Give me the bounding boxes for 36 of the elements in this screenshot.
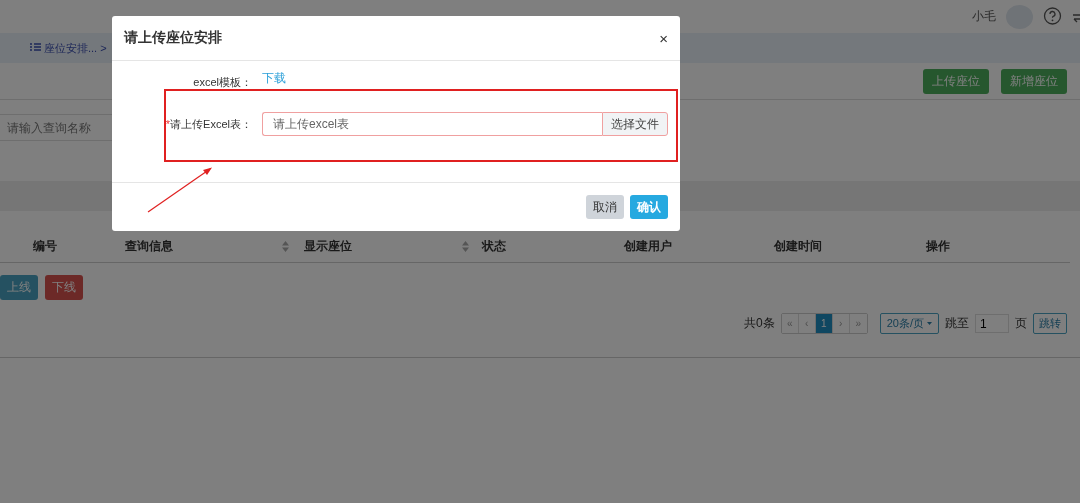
- page-size-dropdown[interactable]: 20条/页: [879, 313, 939, 334]
- dialog-title: 请上传座位安排: [124, 29, 222, 47]
- choose-file-button[interactable]: 选择文件: [602, 112, 668, 136]
- dialog-button[interactable]: 取消: [586, 195, 624, 219]
- jump-label: 跳至: [945, 315, 969, 332]
- list-icon: [30, 43, 41, 53]
- column-header[interactable]: 创建时间: [773, 238, 822, 255]
- column-header[interactable]: 创建用户: [623, 238, 672, 255]
- upload-field[interactable]: 请上传excel表: [262, 112, 602, 136]
- column-header[interactable]: 显示座位: [304, 238, 352, 255]
- sort-icon[interactable]: [282, 241, 289, 252]
- user-name: 小毛: [972, 8, 996, 25]
- download-link[interactable]: 下载: [262, 70, 286, 87]
- total-count: 共0条: [744, 315, 775, 332]
- page-input[interactable]: 1: [975, 314, 1009, 333]
- close-button[interactable]: ×: [659, 29, 668, 47]
- field-label: excel模板：: [192, 75, 252, 90]
- dialog-button[interactable]: 确认: [630, 195, 668, 219]
- field-label: *请上传Excel表：: [164, 116, 252, 132]
- toolbar-button[interactable]: 上传座位: [923, 68, 989, 94]
- breadcrumb-separator: >: [100, 42, 107, 54]
- page-unit: 页: [1015, 315, 1027, 332]
- column-header[interactable]: 编号: [33, 238, 57, 255]
- help-icon[interactable]: [1043, 7, 1062, 26]
- jump-button[interactable]: 跳转: [1033, 313, 1067, 334]
- sort-icon[interactable]: [462, 241, 469, 252]
- column-header[interactable]: 状态: [482, 238, 506, 255]
- annotation-arrow: [147, 167, 212, 213]
- action-button[interactable]: 上线: [0, 275, 38, 300]
- toolbar-button[interactable]: 新增座位: [1001, 68, 1067, 94]
- first-page-button[interactable]: «: [781, 314, 799, 333]
- column-header[interactable]: 操作: [925, 238, 950, 255]
- action-button[interactable]: 下线: [45, 275, 83, 300]
- caret-icon: [927, 322, 932, 325]
- breadcrumb-item[interactable]: 座位安排...: [44, 40, 98, 56]
- column-header[interactable]: 查询信息: [125, 238, 173, 255]
